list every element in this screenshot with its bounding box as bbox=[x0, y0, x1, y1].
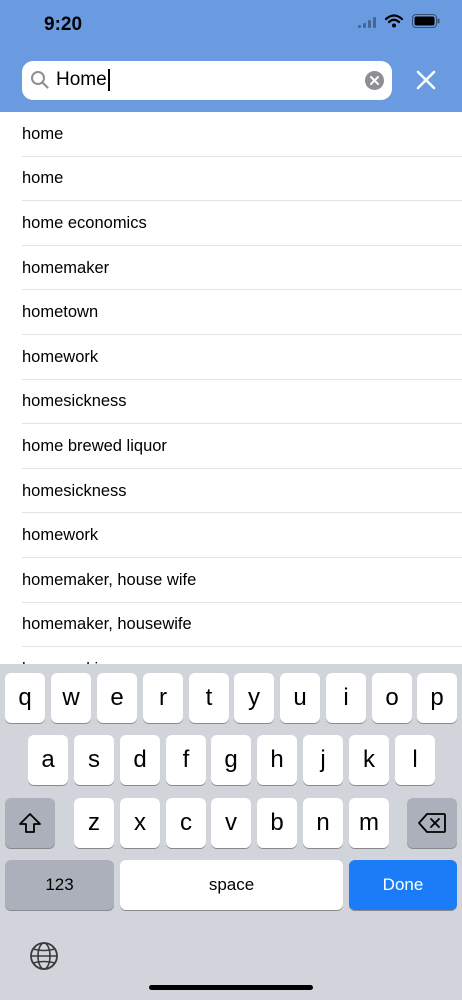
clear-text-icon[interactable] bbox=[365, 71, 384, 95]
key-y[interactable]: y bbox=[234, 673, 274, 723]
key-p[interactable]: p bbox=[417, 673, 457, 723]
signal-icon bbox=[358, 15, 376, 33]
key-s[interactable]: s bbox=[74, 735, 114, 785]
list-item[interactable]: home economics bbox=[0, 201, 462, 246]
results-list[interactable]: home home home economics homemaker homet… bbox=[0, 112, 462, 664]
key-x[interactable]: x bbox=[120, 798, 160, 848]
key-b[interactable]: b bbox=[257, 798, 297, 848]
backspace-key[interactable] bbox=[407, 798, 457, 848]
shift-icon bbox=[19, 813, 41, 833]
list-item[interactable]: homework bbox=[0, 335, 462, 380]
list-item[interactable]: homemaker, house wife bbox=[0, 558, 462, 603]
status-icons bbox=[358, 14, 440, 33]
globe-icon bbox=[30, 942, 58, 970]
battery-icon bbox=[412, 14, 440, 33]
key-f[interactable]: f bbox=[166, 735, 206, 785]
home-indicator[interactable] bbox=[149, 985, 313, 990]
list-item[interactable]: home brewed liquor bbox=[0, 424, 462, 469]
key-i[interactable]: i bbox=[326, 673, 366, 723]
key-o[interactable]: o bbox=[372, 673, 412, 723]
key-t[interactable]: t bbox=[189, 673, 229, 723]
key-l[interactable]: l bbox=[395, 735, 435, 785]
list-item[interactable]: hometown bbox=[0, 290, 462, 335]
globe-key[interactable] bbox=[28, 940, 60, 972]
key-v[interactable]: v bbox=[211, 798, 251, 848]
key-r[interactable]: r bbox=[143, 673, 183, 723]
key-e[interactable]: e bbox=[97, 673, 137, 723]
search-field[interactable]: Home bbox=[22, 61, 392, 100]
key-h[interactable]: h bbox=[257, 735, 297, 785]
key-j[interactable]: j bbox=[303, 735, 343, 785]
numbers-key[interactable]: 123 bbox=[5, 860, 114, 910]
text-caret bbox=[107, 69, 110, 91]
list-item[interactable]: homework bbox=[0, 513, 462, 558]
key-d[interactable]: d bbox=[120, 735, 160, 785]
key-g[interactable]: g bbox=[211, 735, 251, 785]
key-n[interactable]: n bbox=[303, 798, 343, 848]
key-c[interactable]: c bbox=[166, 798, 206, 848]
list-item[interactable]: home bbox=[0, 157, 462, 202]
search-input[interactable]: Home bbox=[56, 69, 110, 91]
list-item[interactable]: homemaker bbox=[0, 246, 462, 291]
status-time: 9:20 bbox=[44, 14, 83, 35]
key-w[interactable]: w bbox=[51, 673, 91, 723]
key-a[interactable]: a bbox=[28, 735, 68, 785]
key-k[interactable]: k bbox=[349, 735, 389, 785]
close-button[interactable] bbox=[412, 66, 440, 94]
list-item[interactable]: homesickness bbox=[0, 380, 462, 425]
keyboard: q w e r t y u i o p a s d f g h j k l z … bbox=[0, 664, 462, 1000]
search-query-text: Home bbox=[56, 69, 107, 90]
list-item[interactable]: homemaking bbox=[0, 647, 462, 664]
list-item[interactable]: homesickness bbox=[0, 469, 462, 514]
space-key[interactable]: space bbox=[120, 860, 343, 910]
close-icon bbox=[416, 70, 436, 90]
backspace-icon bbox=[418, 813, 446, 833]
key-m[interactable]: m bbox=[349, 798, 389, 848]
key-u[interactable]: u bbox=[280, 673, 320, 723]
search-header: 9:20 Home bbox=[0, 0, 462, 112]
key-q[interactable]: q bbox=[5, 673, 45, 723]
wifi-icon bbox=[384, 14, 404, 33]
shift-key[interactable] bbox=[5, 798, 55, 848]
key-z[interactable]: z bbox=[74, 798, 114, 848]
list-item[interactable]: homemaker, housewife bbox=[0, 603, 462, 648]
list-item[interactable]: home bbox=[0, 112, 462, 157]
search-icon bbox=[30, 70, 50, 95]
done-key[interactable]: Done bbox=[349, 860, 457, 910]
